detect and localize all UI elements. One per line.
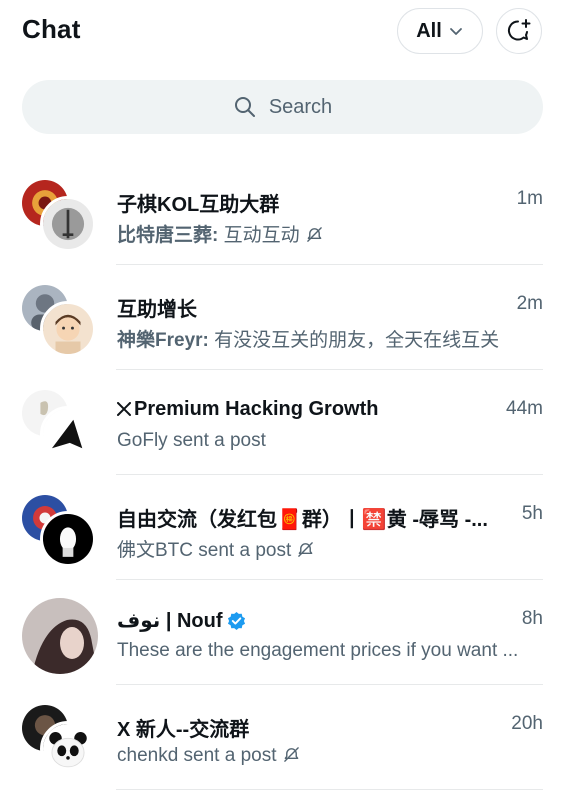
preview-message: 互动互动 — [223, 225, 300, 246]
chat-preview: 比特唐三葬: 互动互动 — [117, 220, 542, 247]
preview-message: These are the engagement prices if you w… — [117, 640, 519, 661]
muted-icon — [298, 542, 314, 557]
preview-sender: 神樂Freyr: — [117, 330, 209, 351]
muted-icon — [306, 227, 322, 242]
chat-time: 20h — [511, 713, 543, 734]
preview-message: chenkd sent a post — [117, 745, 277, 766]
chat-name: X 新人--交流群 — [117, 719, 250, 741]
group-avatar — [20, 703, 98, 777]
chat-time: 8h — [521, 608, 543, 629]
search-icon — [234, 97, 255, 117]
muted-icon — [283, 747, 299, 762]
x-logo-icon — [117, 402, 131, 416]
chat-item[interactable]: 互助增长 2m 神樂Freyr: 有没没互关的朋友，全天在线互关 — [0, 265, 565, 370]
group-avatar — [20, 178, 98, 252]
chat-preview: 神樂Freyr: 有没没互关的朋友，全天在线互关 — [117, 325, 542, 352]
preview-message: GoFly sent a post — [117, 430, 266, 451]
chat-time: 1m — [516, 188, 543, 209]
chat-list: 子棋KOL互助大群 1m 比特唐三葬: 互动互动 互助增长 2m 神樂Freyr… — [0, 160, 565, 790]
page-title: Chat — [22, 14, 81, 44]
search-placeholder: Search — [268, 95, 333, 118]
chat-preview: GoFly sent a post — [117, 430, 542, 452]
chat-name-text: Premium Hacking Growth — [134, 398, 379, 420]
filter-dropdown[interactable]: All — [397, 8, 483, 54]
chat-name: Premium Hacking Growth — [117, 398, 497, 421]
avatar — [40, 721, 96, 777]
chat-header: Chat All — [0, 0, 565, 64]
chat-name: 子棋KOL互助大群 — [117, 194, 280, 216]
chat-item[interactable]: Premium Hacking Growth 44m GoFly sent a … — [0, 370, 565, 475]
avatar — [40, 511, 96, 567]
chat-name-text: نوف | Nouf — [117, 610, 223, 632]
search-input[interactable]: Search — [22, 80, 543, 134]
new-message-button[interactable] — [496, 8, 542, 54]
preview-message: 佛文BTC sent a post — [117, 540, 292, 561]
chevron-down-icon — [449, 28, 462, 35]
chat-preview: chenkd sent a post — [117, 745, 542, 767]
chat-item[interactable]: 子棋KOL互助大群 1m 比特唐三葬: 互动互动 — [0, 160, 565, 265]
chat-preview: These are the engagement prices if you w… — [117, 640, 542, 662]
preview-sender: 比特唐三葬: — [117, 225, 219, 246]
chat-name: 互助增长 — [117, 299, 197, 321]
verified-badge-icon — [227, 611, 245, 630]
chat-name: نوف | Nouf — [117, 608, 497, 633]
avatar — [22, 598, 98, 674]
new-message-icon — [507, 19, 531, 41]
preview-message: 有没没互关的朋友，全天在线互关 — [214, 330, 500, 351]
divider — [116, 789, 543, 790]
avatar — [40, 406, 96, 462]
chat-time: 5h — [521, 503, 543, 524]
group-avatar — [20, 388, 98, 462]
avatar — [40, 196, 96, 252]
filter-label: All — [416, 19, 442, 42]
group-avatar — [20, 283, 98, 357]
avatar — [40, 301, 96, 357]
group-avatar — [20, 493, 98, 567]
chat-name: 自由交流（发红包🧧群）丨🈲黄 -辱骂 -... — [117, 509, 488, 531]
chat-preview: 佛文BTC sent a post — [117, 535, 542, 562]
chat-time: 2m — [516, 293, 543, 314]
chat-item[interactable]: X 新人--交流群 20h chenkd sent a post — [0, 685, 565, 790]
chat-item[interactable]: 自由交流（发红包🧧群）丨🈲黄 -辱骂 -... 5h 佛文BTC sent a … — [0, 475, 565, 580]
chat-time: 44m — [506, 398, 543, 419]
chat-item[interactable]: نوف | Nouf 8h These are the engagement p… — [0, 580, 565, 685]
